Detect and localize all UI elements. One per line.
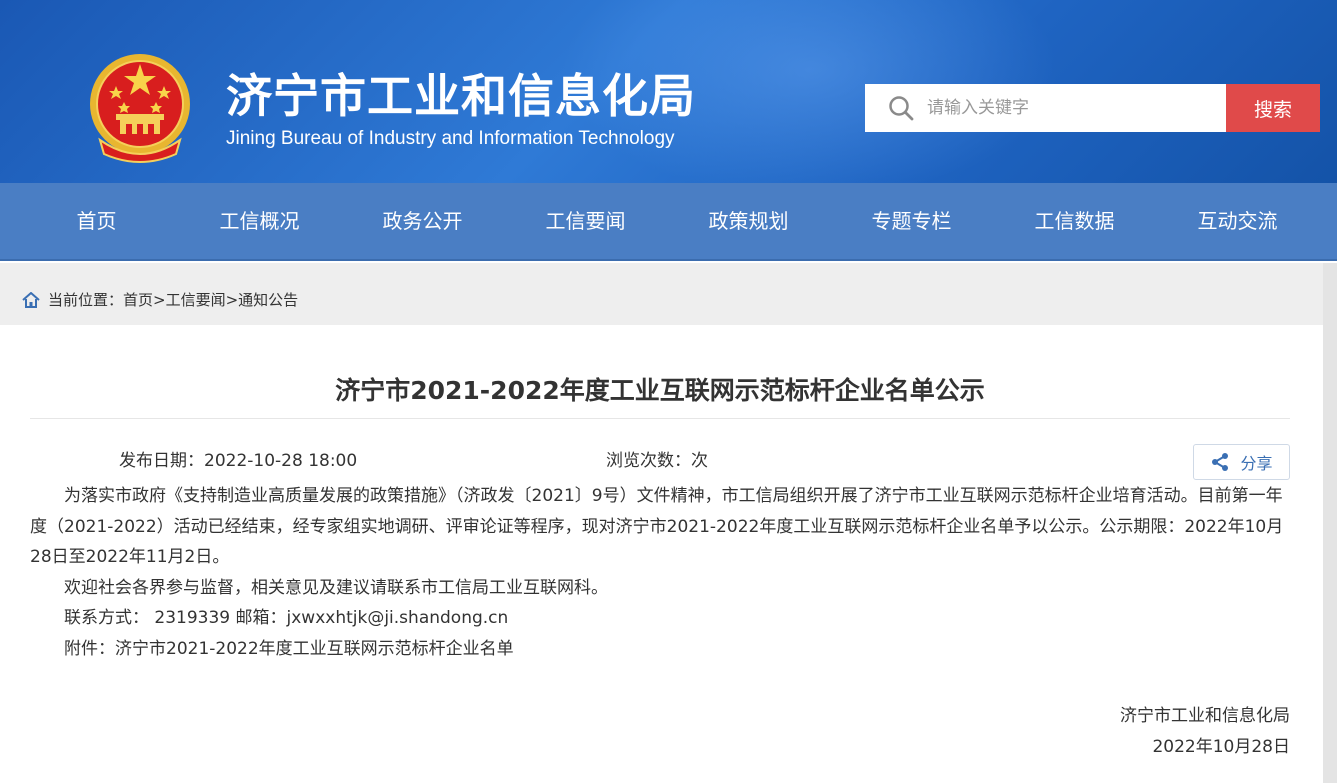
breadcrumb-bar: 当前位置： 首页>工信要闻>通知公告 [0, 263, 1337, 325]
breadcrumb-prefix: 当前位置： [48, 291, 124, 309]
publish-date-label: 发布日期： [119, 451, 204, 471]
search-input[interactable] [927, 92, 1217, 124]
nav-item-home[interactable]: 首页 [15, 183, 178, 261]
site-header: 济宁市工业和信息化局 Jining Bureau of Industry and… [0, 0, 1337, 183]
view-count: 浏览次数：次 [606, 451, 708, 471]
home-icon [22, 291, 40, 308]
signature-org: 济宁市工业和信息化局 [1120, 706, 1290, 726]
breadcrumb: 当前位置： 首页>工信要闻>通知公告 [22, 289, 298, 310]
nav-item-topics[interactable]: 专题专栏 [830, 183, 993, 261]
publish-date-value: 2022-10-28 18:00 [204, 451, 358, 471]
nav-item-interaction[interactable]: 互动交流 [1156, 183, 1319, 261]
main-nav: 首页 工信概况 政务公开 工信要闻 政策规划 专题专栏 工信数据 互动交流 [0, 183, 1337, 261]
nav-item-gov-affairs[interactable]: 政务公开 [341, 183, 504, 261]
article-body: 为落实市政府《支持制造业高质量发展的政策措施》（济政发〔2021〕9号）文件精神… [30, 481, 1290, 664]
contact-info: 联系方式： 2319339 邮箱：jxwxxhtjk@ji.shandong.c… [64, 608, 509, 628]
search-button[interactable]: 搜索 [1226, 84, 1320, 132]
nav-item-news[interactable]: 工信要闻 [504, 183, 667, 261]
share-button[interactable]: 分享 [1193, 444, 1290, 480]
site-title[interactable]: 济宁市工业和信息化局 [226, 60, 696, 126]
search-box: 搜索 [865, 84, 1320, 132]
breadcrumb-path[interactable]: 首页>工信要闻>通知公告 [123, 289, 298, 310]
share-icon [1212, 453, 1229, 471]
share-label: 分享 [1240, 454, 1273, 473]
publish-date: 发布日期：2022-10-28 18:00 [119, 446, 357, 471]
article-title: 济宁市2021-2022年度工业互联网示范标杆企业名单公示 [335, 376, 985, 405]
signature-date: 2022年10月28日 [1152, 737, 1290, 757]
nav-item-data[interactable]: 工信数据 [993, 183, 1156, 261]
national-emblem-icon[interactable] [86, 50, 194, 164]
nav-item-overview[interactable]: 工信概况 [178, 183, 341, 261]
title-divider [30, 418, 1290, 419]
site-subtitle: Jining Bureau of Industry and Informatio… [226, 128, 675, 149]
nav-item-policy[interactable]: 政策规划 [667, 183, 830, 261]
paragraph: 欢迎社会各界参与监督，相关意见及建议请联系市工信局工业互联网科。 [64, 577, 608, 598]
attachment-link[interactable]: 附件：济宁市2021-2022年度工业互联网示范标杆企业名单 [30, 634, 1290, 665]
scrollbar-track[interactable] [1323, 263, 1337, 783]
search-icon [889, 96, 914, 121]
paragraph: 为落实市政府《支持制造业高质量发展的政策措施》（济政发〔2021〕9号）文件精神… [30, 486, 1284, 567]
